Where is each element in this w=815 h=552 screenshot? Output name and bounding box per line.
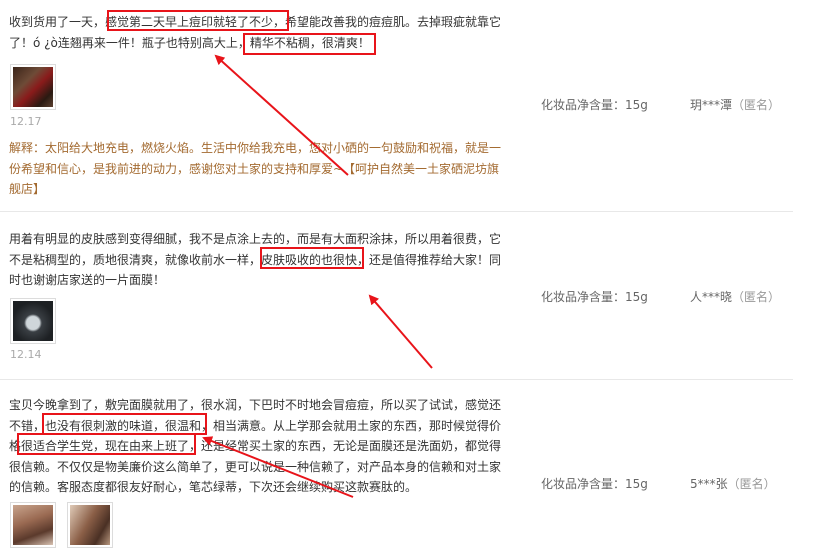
review-text: 用着有明显的皮肤感到变得细腻，我不是点涂上去的，而是有大面积涂抹，所以用着很费，… (9, 232, 502, 287)
review-date: 12.14 (10, 348, 42, 361)
reviewer-nick: 玥***潭 (690, 98, 733, 112)
review-photos (10, 298, 56, 344)
anonymous-tag: （匿名） (732, 98, 781, 112)
reviewer-name: 玥***潭（匿名） (690, 96, 780, 113)
reviewer-nick: 5***张 (690, 477, 728, 491)
review-photo-thumbnail[interactable] (10, 298, 56, 344)
reviewer-nick: 人***晓 (690, 290, 733, 304)
product-spec: 化妆品净含量：15g (541, 98, 648, 112)
review-item: 用着有明显的皮肤感到变得细腻，我不是点涂上去的，而是有大面积涂抹，所以用着很费，… (0, 212, 793, 378)
review-text: 宝贝今晚拿到了，敷完面膜就用了，很水润，下巴时不时地会冒痘痘，所以买了试试，感觉… (9, 398, 502, 494)
reviewer-name: 人***晓（匿名） (690, 288, 780, 305)
product-spec: 化妆品净含量：15g (541, 290, 648, 304)
review-date: 12.17 (10, 115, 42, 128)
seller-explanation: 解释：太阳给大地充电，燃烧火焰。生活中你给我充电，您对小硒的一句鼓励和祝福，就是… (9, 141, 502, 196)
review-photo-thumbnail[interactable] (67, 502, 113, 548)
review-photos (10, 502, 113, 548)
reviewer-name: 5***张（匿名） (690, 475, 776, 492)
review-photo-thumbnail[interactable] (10, 64, 56, 110)
review-text: 收到货用了一天，感觉第二天早上痘印就轻了不少，希望能改善我的痘痘肌。去掉瑕疵就靠… (9, 15, 502, 50)
review-photos (10, 64, 56, 110)
anonymous-tag: （匿名） (732, 290, 781, 304)
review-item: 宝贝今晚拿到了，敷完面膜就用了，很水润，下巴时不时地会冒痘痘，所以买了试试，感觉… (0, 380, 793, 552)
review-photo-thumbnail[interactable] (10, 502, 56, 548)
anonymous-tag: （匿名） (727, 477, 776, 491)
product-spec: 化妆品净含量：15g (541, 477, 648, 491)
review-item: 收到货用了一天，感觉第二天早上痘印就轻了不少，希望能改善我的痘痘肌。去掉瑕疵就靠… (0, 0, 793, 210)
